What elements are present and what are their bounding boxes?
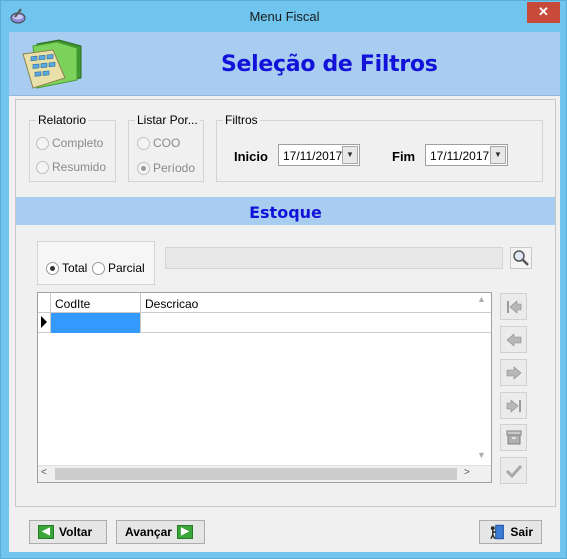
- prior-icon: [506, 332, 521, 347]
- nav-first-button[interactable]: [500, 293, 527, 320]
- first-icon: [506, 299, 521, 314]
- cancel-icon: [506, 430, 521, 444]
- calculator-folder-icon: [22, 39, 82, 89]
- radio-resumido-dot: [36, 160, 49, 174]
- radio-parcial[interactable]: Parcial: [92, 261, 145, 275]
- filtros-legend: Filtros: [223, 113, 260, 127]
- column-header-descricao[interactable]: Descricao: [141, 293, 491, 313]
- scroll-up-icon[interactable]: ▲: [473, 294, 490, 308]
- row-pointer-icon: [41, 316, 47, 328]
- inicio-label: Inicio: [234, 149, 268, 164]
- voltar-label: Voltar: [59, 525, 93, 539]
- arrow-left-icon: ◀: [38, 525, 54, 539]
- radio-total-dot: [46, 261, 59, 275]
- radio-periodo-label: Período: [153, 161, 196, 175]
- estoque-title: Estoque: [249, 203, 322, 222]
- nav-cancel-button[interactable]: [500, 424, 527, 451]
- header-banner: Seleção de Filtros: [9, 32, 560, 96]
- inicio-date-picker[interactable]: 17/11/2017 ▼: [278, 144, 360, 166]
- last-icon: [506, 398, 521, 413]
- radio-periodo-dot: [137, 161, 150, 175]
- filters-panel: Relatorio Completo Resumido Listar Por..…: [15, 99, 556, 507]
- avancar-button[interactable]: Avançar ▶: [116, 520, 205, 544]
- filtros-group: Filtros Inicio 17/11/2017 ▼ Fim 17/11/20…: [216, 113, 543, 182]
- client-area: Seleção de Filtros Relatorio Completo Re…: [9, 32, 560, 552]
- search-input[interactable]: [165, 247, 503, 269]
- window-title: Menu Fiscal: [249, 9, 320, 24]
- avancar-label: Avançar: [125, 525, 172, 539]
- radio-completo-dot: [36, 136, 49, 150]
- row-indicator: [38, 313, 51, 333]
- fim-date-value: 17/11/2017: [430, 149, 490, 163]
- radio-total-label: Total: [62, 261, 88, 275]
- nav-next-button[interactable]: [500, 359, 527, 386]
- estoque-options-group: Total Parcial: [37, 241, 155, 285]
- grid-header: CodIte Descricao: [38, 293, 491, 313]
- radio-coo-dot: [137, 136, 150, 150]
- table-cell-descricao[interactable]: [141, 313, 491, 333]
- listar-por-group: Listar Por... COO Período: [128, 113, 204, 182]
- next-icon: [506, 365, 521, 380]
- radio-coo[interactable]: COO: [137, 136, 180, 150]
- chevron-down-icon[interactable]: ▼: [342, 146, 358, 164]
- radio-resumido[interactable]: Resumido: [36, 160, 106, 174]
- fim-date-picker[interactable]: 17/11/2017 ▼: [425, 144, 508, 166]
- table-cell-codite[interactable]: [51, 313, 141, 333]
- search-button[interactable]: [510, 247, 532, 269]
- radio-parcial-label: Parcial: [108, 261, 145, 275]
- horizontal-scrollbar[interactable]: < >: [38, 465, 491, 482]
- search-icon: [513, 250, 529, 266]
- main-window: Menu Fiscal ✕ Seleção de Filtros Relator…: [0, 0, 567, 559]
- radio-total[interactable]: Total: [46, 261, 87, 275]
- radio-coo-label: COO: [153, 136, 181, 150]
- title-bar[interactable]: Menu Fiscal ✕: [1, 1, 567, 32]
- fim-label: Fim: [392, 149, 416, 164]
- close-button[interactable]: ✕: [527, 2, 560, 23]
- inicio-date-value: 17/11/2017: [283, 149, 343, 163]
- radio-periodo[interactable]: Período: [137, 161, 195, 175]
- relatorio-group: Relatorio Completo Resumido: [29, 113, 116, 182]
- scroll-down-icon[interactable]: ▼: [473, 450, 490, 464]
- column-header-codite[interactable]: CodIte: [51, 293, 141, 313]
- radio-parcial-dot: [92, 261, 105, 275]
- listar-por-legend: Listar Por...: [135, 113, 200, 127]
- radio-completo-label: Completo: [52, 136, 104, 150]
- scroll-right-icon[interactable]: >: [464, 467, 470, 478]
- scroll-left-icon[interactable]: <: [41, 467, 47, 478]
- scrollbar-thumb[interactable]: [55, 468, 457, 480]
- sair-button[interactable]: Sair: [479, 520, 542, 544]
- relatorio-legend: Relatorio: [36, 113, 89, 127]
- exit-door-icon: [490, 524, 504, 540]
- nav-prior-button[interactable]: [500, 326, 527, 353]
- sair-label: Sair: [510, 525, 533, 539]
- post-icon: [505, 464, 522, 478]
- radio-completo[interactable]: Completo: [36, 136, 103, 150]
- voltar-button[interactable]: ◀ Voltar: [29, 520, 107, 544]
- estoque-bar: Estoque: [16, 197, 555, 225]
- radio-resumido-label: Resumido: [52, 160, 107, 174]
- nav-post-button[interactable]: [500, 457, 527, 484]
- grid-header-indicator: [38, 293, 51, 313]
- page-title: Seleção de Filtros: [221, 52, 438, 77]
- items-grid[interactable]: CodIte Descricao < >: [37, 292, 492, 483]
- arrow-right-icon: ▶: [176, 525, 193, 539]
- chevron-down-icon[interactable]: ▼: [490, 146, 506, 164]
- nav-last-button[interactable]: [500, 392, 527, 419]
